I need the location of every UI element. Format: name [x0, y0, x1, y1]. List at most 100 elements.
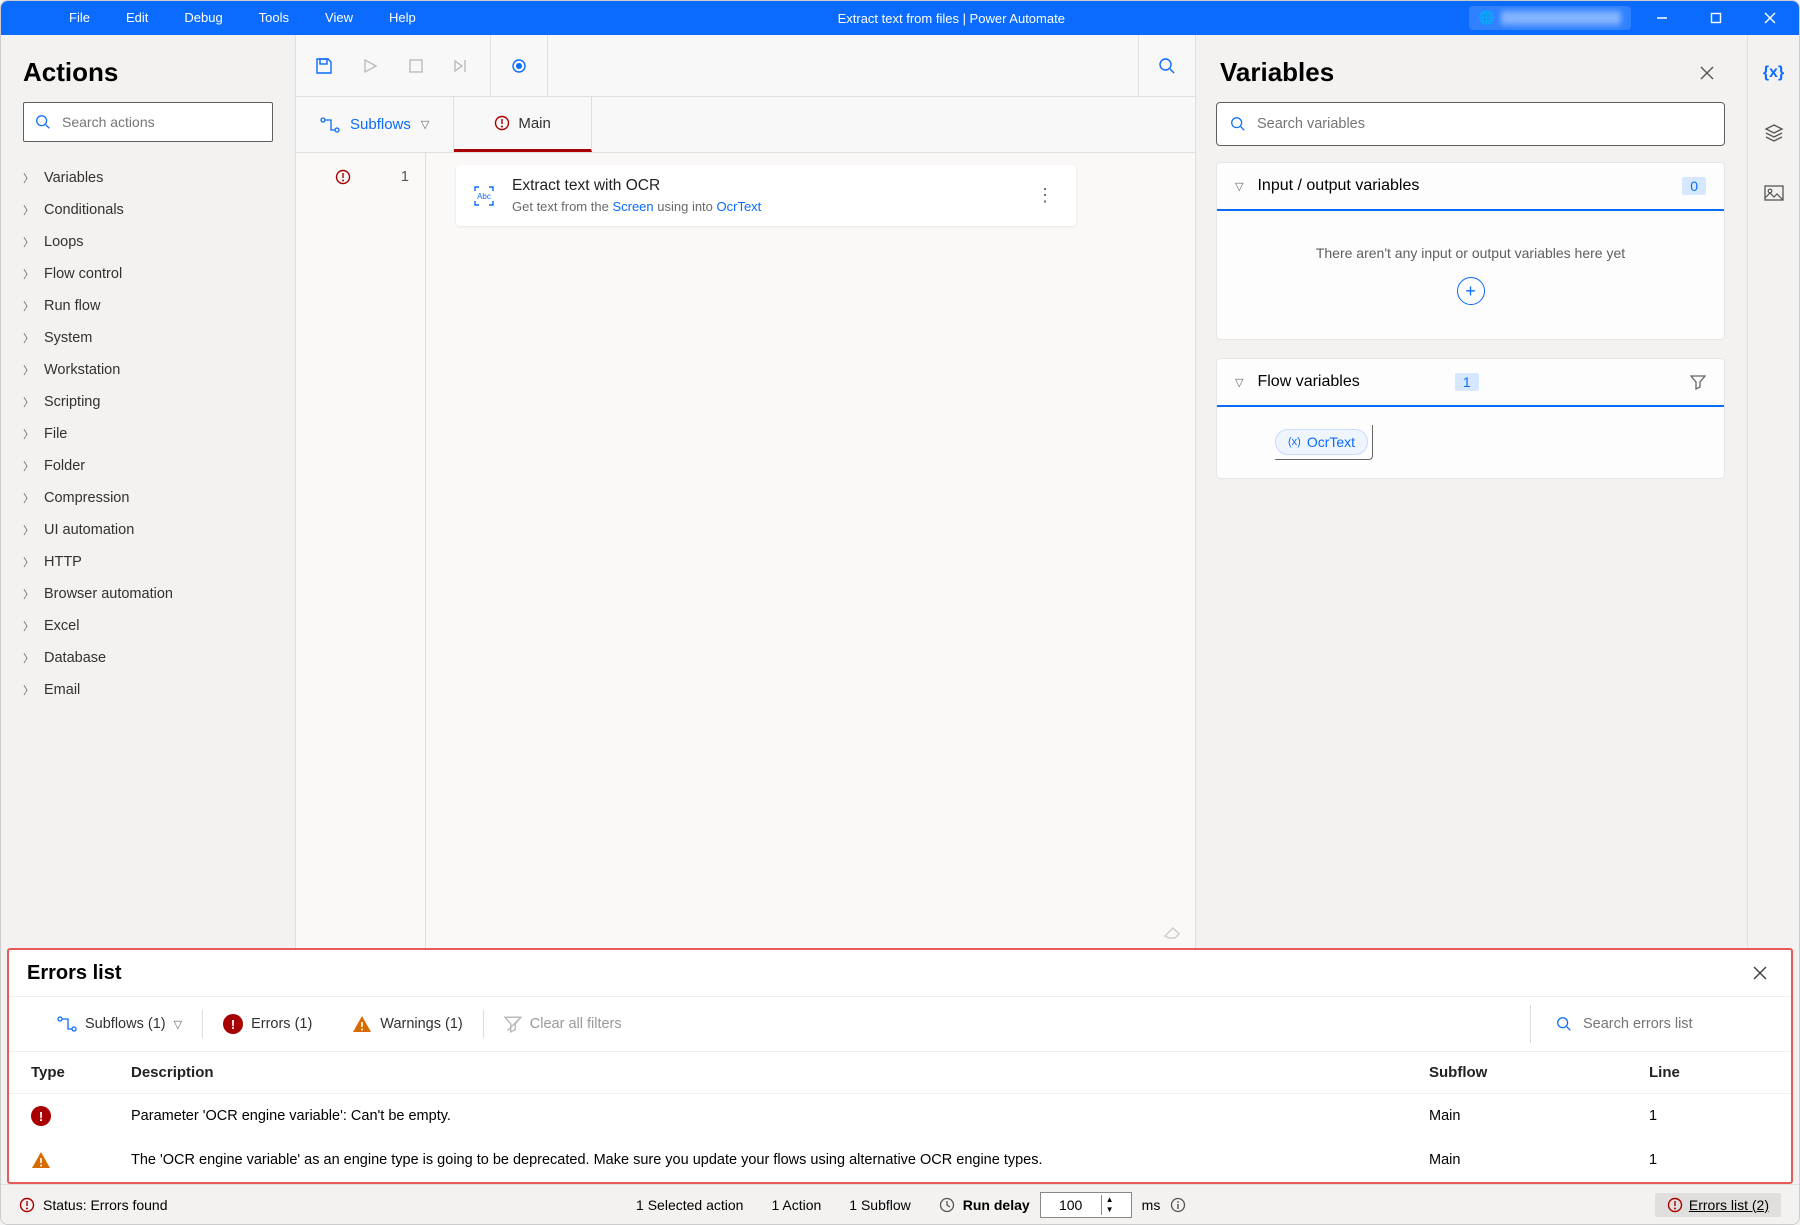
rail-variables-icon[interactable]: {x} [1758, 57, 1790, 89]
chevron-right-icon: 〉 [23, 266, 34, 282]
minimize-button[interactable] [1639, 2, 1685, 34]
chevron-down-icon: ▽ [174, 1018, 182, 1031]
filter-icon[interactable] [1690, 374, 1706, 390]
action-card-title: Extract text with OCR [512, 177, 1014, 195]
chevron-right-icon: 〉 [23, 490, 34, 506]
err-filter-errors[interactable]: ! Errors (1) [203, 1005, 332, 1043]
ocr-icon: Abc [472, 184, 496, 208]
errors-search[interactable] [1530, 1005, 1763, 1043]
tab-main-label: Main [518, 115, 551, 132]
run-button[interactable] [354, 50, 386, 82]
actions-search[interactable] [23, 102, 273, 142]
action-card-menu[interactable]: ⋮ [1030, 185, 1060, 206]
spin-up[interactable]: ▲ [1102, 1195, 1118, 1205]
chevron-right-icon: 〉 [23, 682, 34, 698]
record-button[interactable] [503, 50, 535, 82]
category-item[interactable]: 〉Conditionals [1, 194, 295, 226]
eraser-icon[interactable] [1161, 920, 1183, 942]
category-item[interactable]: 〉File [1, 418, 295, 450]
account-badge[interactable]: 🌐 [1469, 6, 1631, 30]
actions-category-list: 〉Variables〉Conditionals〉Loops〉Flow contr… [1, 156, 295, 948]
menu-tools[interactable]: Tools [241, 1, 307, 35]
category-item[interactable]: 〉Workstation [1, 354, 295, 386]
subflows-dropdown[interactable]: Subflows ▽ [296, 97, 454, 152]
spin-down[interactable]: ▼ [1102, 1205, 1118, 1215]
chevron-right-icon: 〉 [23, 458, 34, 474]
errors-search-input[interactable] [1583, 1016, 1763, 1032]
menu-help[interactable]: Help [371, 1, 434, 35]
flow-variables-section: ▽ Flow variables 1 (x) OcrText [1216, 358, 1725, 479]
category-item[interactable]: 〉Email [1, 674, 295, 706]
errors-list-link[interactable]: Errors list (2) [1655, 1193, 1781, 1217]
chevron-right-icon: 〉 [23, 170, 34, 186]
category-item[interactable]: 〉HTTP [1, 546, 295, 578]
error-indicator-icon [494, 115, 510, 131]
category-item[interactable]: 〉Loops [1, 226, 295, 258]
chevron-down-icon: ▽ [1235, 376, 1243, 389]
close-button[interactable] [1747, 2, 1793, 34]
category-item[interactable]: 〉Database [1, 642, 295, 674]
variables-close[interactable] [1693, 59, 1721, 87]
io-variables-section: ▽ Input / output variables 0 There aren'… [1216, 162, 1725, 340]
category-item[interactable]: 〉UI automation [1, 514, 295, 546]
variables-search-input[interactable] [1257, 116, 1712, 132]
err-filter-subflows[interactable]: Subflows (1) ▽ [37, 1005, 202, 1043]
io-variables-header[interactable]: ▽ Input / output variables 0 [1217, 163, 1724, 211]
add-io-variable[interactable]: + [1457, 277, 1485, 305]
error-row[interactable]: The 'OCR engine variable' as an engine t… [9, 1138, 1791, 1182]
info-icon[interactable] [1170, 1197, 1186, 1213]
search-flow-button[interactable] [1151, 50, 1183, 82]
chevron-right-icon: 〉 [23, 554, 34, 570]
line-error-icon [335, 169, 351, 185]
category-item[interactable]: 〉Browser automation [1, 578, 295, 610]
maximize-button[interactable] [1693, 2, 1739, 34]
run-delay-value[interactable] [1041, 1197, 1101, 1213]
category-item[interactable]: 〉Run flow [1, 290, 295, 322]
rail-images-icon[interactable] [1758, 177, 1790, 209]
err-filter-warnings[interactable]: Warnings (1) [332, 1005, 482, 1043]
flow-variables-header[interactable]: ▽ Flow variables 1 [1217, 359, 1724, 407]
stop-button[interactable] [400, 50, 432, 82]
search-icon [1555, 1015, 1573, 1033]
variable-chip-ocrtext[interactable]: (x) OcrText [1275, 429, 1368, 455]
variables-panel: Variables ▽ Input / output variables 0 T… [1195, 35, 1747, 948]
save-button[interactable] [308, 50, 340, 82]
designer-toolbar [296, 35, 1195, 97]
search-icon [34, 113, 52, 131]
flow-count-badge: 1 [1455, 373, 1479, 391]
menu-view[interactable]: View [307, 1, 371, 35]
menu-debug[interactable]: Debug [166, 1, 240, 35]
menu-edit[interactable]: Edit [108, 1, 166, 35]
clear-filters[interactable]: Clear all filters [484, 1005, 642, 1043]
category-item[interactable]: 〉Flow control [1, 258, 295, 290]
globe-icon: 🌐 [1479, 10, 1495, 26]
category-item[interactable]: 〉Folder [1, 450, 295, 482]
category-item[interactable]: 〉Compression [1, 482, 295, 514]
chevron-right-icon: 〉 [23, 234, 34, 250]
search-icon [1229, 115, 1247, 133]
menu-file[interactable]: File [51, 1, 108, 35]
tab-main[interactable]: Main [454, 97, 592, 152]
category-item[interactable]: 〉Excel [1, 610, 295, 642]
chevron-right-icon: 〉 [23, 426, 34, 442]
rail-layers-icon[interactable] [1758, 117, 1790, 149]
action-card-ocr[interactable]: Abc Extract text with OCR Get text from … [456, 165, 1076, 226]
errors-panel: Errors list Subflows (1) ▽ ! Errors (1) … [7, 948, 1793, 1184]
variables-search[interactable] [1216, 102, 1725, 146]
chevron-right-icon: 〉 [23, 202, 34, 218]
run-delay-input[interactable]: ▲▼ [1040, 1192, 1132, 1218]
error-row[interactable]: !Parameter 'OCR engine variable': Can't … [9, 1094, 1791, 1138]
chevron-down-icon: ▽ [421, 118, 429, 131]
chevron-right-icon: 〉 [23, 522, 34, 538]
step-button[interactable] [446, 50, 478, 82]
designer-canvas: Subflows ▽ Main 1 Abc [296, 35, 1195, 948]
variable-chip-label: OcrText [1307, 434, 1355, 450]
variable-icon: (x) [1288, 436, 1301, 448]
errors-close[interactable] [1747, 960, 1773, 986]
category-item[interactable]: 〉Variables [1, 162, 295, 194]
category-item[interactable]: 〉System [1, 322, 295, 354]
category-item[interactable]: 〉Scripting [1, 386, 295, 418]
variables-title: Variables [1220, 57, 1334, 88]
status-selected: 1 Selected action [636, 1197, 743, 1213]
actions-search-input[interactable] [62, 114, 262, 130]
